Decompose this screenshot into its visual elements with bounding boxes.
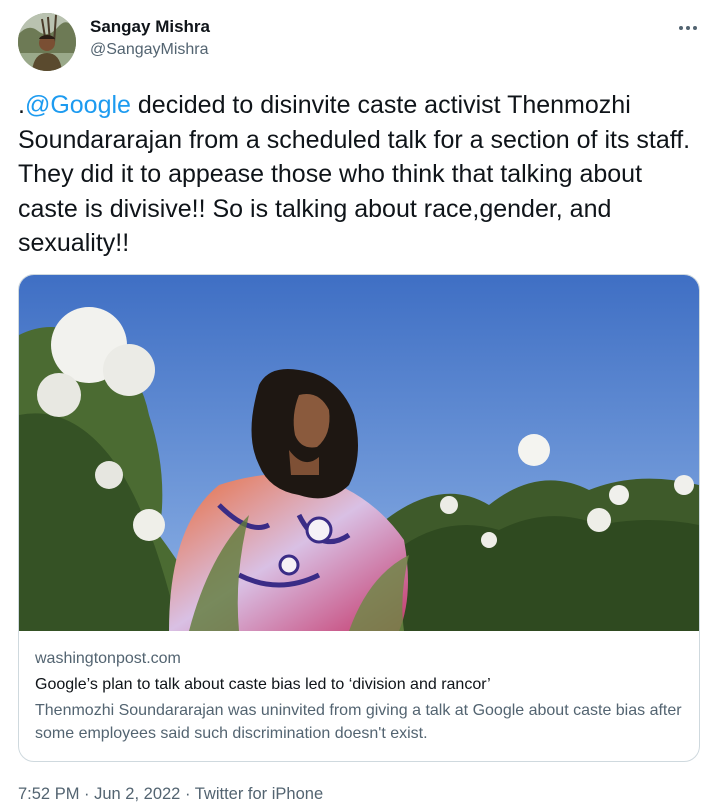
author-handle[interactable]: @SangayMishra	[90, 39, 210, 61]
more-options-button[interactable]	[674, 16, 702, 40]
avatar-photo	[18, 13, 76, 71]
tweet-source[interactable]: Twitter for iPhone	[195, 785, 323, 803]
tweet-text: .@Google decided to disinvite caste acti…	[18, 88, 698, 261]
more-dots-icon	[679, 26, 697, 30]
mention-link[interactable]: @Google	[25, 91, 131, 119]
article-photo	[19, 275, 699, 631]
tweet-date[interactable]: Jun 2, 2022	[94, 785, 180, 803]
card-image	[19, 275, 699, 631]
author-block: Sangay Mishra @SangayMishra	[90, 16, 210, 61]
tweet-time[interactable]: 7:52 PM	[18, 785, 79, 803]
tweet: Sangay Mishra @SangayMishra .@Google dec…	[0, 0, 720, 810]
separator: ·	[180, 785, 195, 803]
link-card[interactable]: washingtonpost.com Google’s plan to talk…	[18, 274, 700, 762]
author-name[interactable]: Sangay Mishra	[90, 16, 210, 38]
card-description: Thenmozhi Soundararajan was uninvited fr…	[35, 702, 682, 742]
card-title: Google’s plan to talk about caste bias l…	[35, 676, 491, 693]
avatar[interactable]	[18, 13, 76, 71]
separator: ·	[79, 785, 95, 803]
card-domain: washingtonpost.com	[35, 650, 181, 667]
tweet-prefix: .	[18, 91, 25, 119]
card-meta: washingtonpost.com Google’s plan to talk…	[35, 647, 685, 745]
tweet-metadata: 7:52 PM · Jun 2, 2022 · Twitter for iPho…	[18, 783, 323, 805]
